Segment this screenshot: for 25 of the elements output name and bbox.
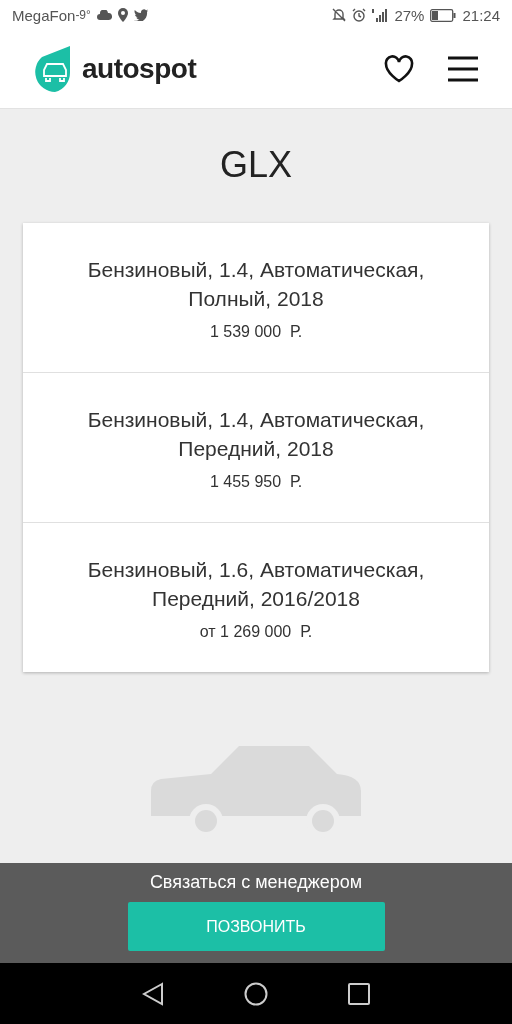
option-description[interactable]: Бензиновый, 1.4, Автоматическая, Полный, 2018: [61, 254, 451, 313]
option-description[interactable]: Бензиновый, 1.4, Автоматическая, Передний, 2018: [61, 404, 451, 463]
recents-icon[interactable]: [348, 982, 370, 1005]
location-pin-icon: [117, 8, 128, 22]
home-icon[interactable]: [244, 981, 268, 1006]
menu-icon[interactable]: [448, 56, 478, 82]
trim-title: GLX: [219, 147, 292, 183]
option-description[interactable]: Бензиновый, 1.6, Автоматическая, Передний, 2016/2018: [61, 554, 451, 613]
contact-label: Связаться с менеджером: [149, 872, 363, 893]
clock-time: 21:24: [462, 6, 500, 24]
logo-text: autospot: [82, 53, 197, 85]
option-price: 1 539 000 Р.: [209, 322, 303, 341]
favorites-heart-icon[interactable]: [384, 55, 414, 83]
option-price: 1 455 950 Р.: [209, 472, 303, 491]
option-price: от 1 269 000 Р.: [199, 622, 313, 641]
bird-icon: [133, 9, 148, 21]
alarm-clock-icon: [352, 8, 367, 22]
carrier-name: MegaFon: [12, 6, 76, 24]
cloud-icon: [96, 10, 112, 20]
battery-percent: 27%: [394, 6, 425, 24]
back-icon[interactable]: [142, 981, 164, 1006]
battery-icon: [430, 8, 457, 22]
muted-bell-icon: [332, 8, 347, 22]
signal-icon: [372, 8, 389, 22]
temperature: -9°: [75, 8, 91, 22]
